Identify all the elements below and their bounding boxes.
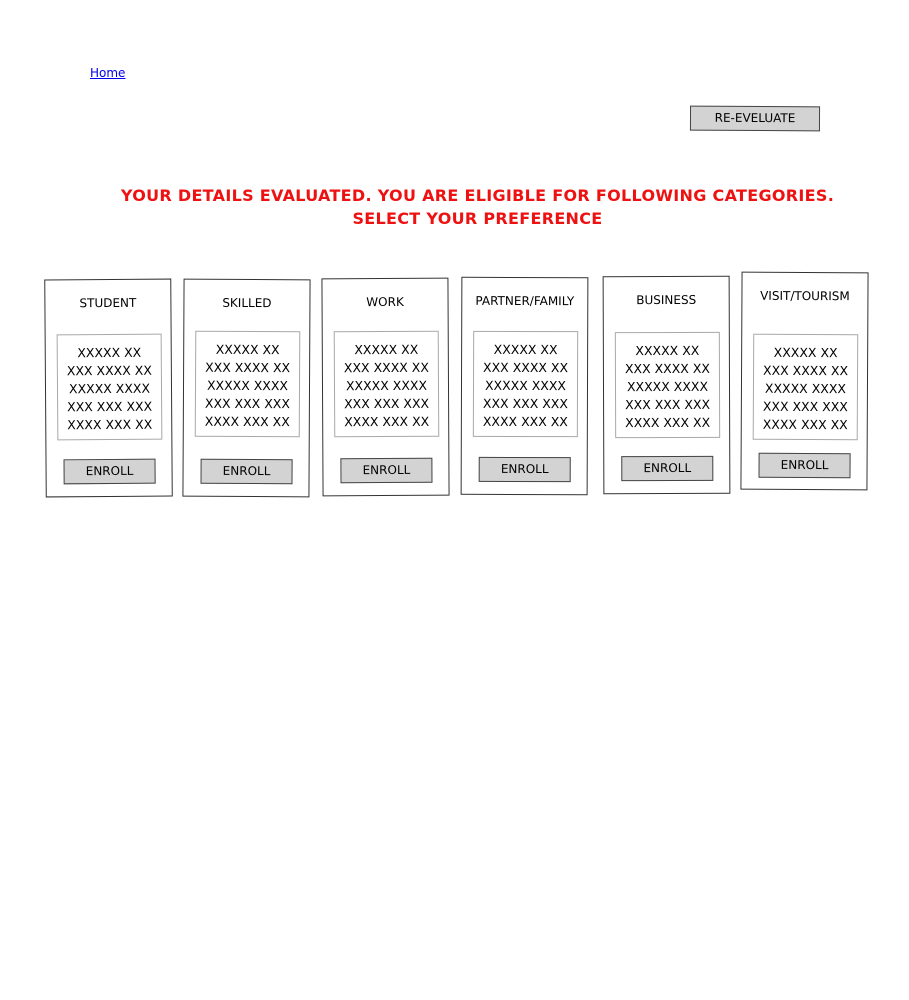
enroll-button-business[interactable]: ENROLL xyxy=(621,455,714,482)
description-line: XXXXX XXXX xyxy=(484,377,567,394)
description-line: XXXXX XXXX xyxy=(626,378,709,395)
enroll-button-visit-tourism[interactable]: ENROLL xyxy=(758,452,851,479)
description-line: XXXXX XXXX xyxy=(345,377,428,394)
enroll-button-work[interactable]: ENROLL xyxy=(340,457,433,484)
category-title: SKILLED xyxy=(222,295,272,311)
select-preference-headline: SELECT YOUR PREFERENCE xyxy=(352,209,603,228)
eligibility-headline: YOUR DETAILS EVALUATED. YOU ARE ELIGIBLE… xyxy=(120,186,835,205)
category-title: WORK xyxy=(366,294,404,310)
description-line: XXX XXXX XX xyxy=(343,359,429,376)
description-line: XXXXX XX xyxy=(354,341,419,358)
description-line: XXXX XXX XX xyxy=(67,416,153,433)
category-title: STUDENT xyxy=(79,295,137,311)
category-card-work: WORK XXXXX XX XXX XXXX XX XXXXX XXXX XXX… xyxy=(321,277,450,497)
category-description: XXXXX XX XXX XXXX XX XXXXX XXXX XXX XXX … xyxy=(56,333,163,441)
description-line: XXX XXX XXX xyxy=(67,398,153,415)
description-line: XXXXX XXXX xyxy=(764,380,847,397)
description-line: XXX XXXX XX xyxy=(763,362,849,379)
description-line: XXXX XXX XX xyxy=(482,413,568,430)
description-line: XXXXX XX xyxy=(635,342,700,359)
category-description: XXXXX XX XXX XXXX XX XXXXX XXXX XXX XXX … xyxy=(614,331,721,439)
description-line: XXX XXXX XX xyxy=(483,359,569,376)
description-line: XXX XXX XXX xyxy=(344,395,430,412)
description-line: XXXXX XXXX xyxy=(206,377,289,394)
description-line: XXXX XXX XX xyxy=(625,414,711,431)
home-link[interactable]: Home xyxy=(90,66,125,80)
category-description: XXXXX XX XXX XXXX XX XXXXX XXXX XXX XXX … xyxy=(333,330,440,438)
category-card-business: BUSINESS XXXXX XX XXX XXXX XX XXXXX XXXX… xyxy=(602,275,731,495)
category-title: PARTNER/FAMILY xyxy=(475,293,575,309)
enroll-button-partner-family[interactable]: ENROLL xyxy=(478,456,571,483)
description-line: XXXXX XX xyxy=(493,341,558,358)
description-line: XXXXX XXXX xyxy=(68,380,151,397)
category-title: BUSINESS xyxy=(636,292,697,308)
category-description: XXXXX XX XXX XXXX XX XXXXX XXXX XXX XXX … xyxy=(752,333,859,441)
category-card-visit-tourism: VISIT/TOURISM XXXXX XX XXX XXXX XX XXXXX… xyxy=(740,271,869,491)
description-line: XXX XXX XXX xyxy=(625,396,711,413)
description-line: XXXXX XX xyxy=(77,344,142,361)
description-line: XXXXX XX xyxy=(773,344,838,361)
category-card-skilled: SKILLED XXXXX XX XXX XXXX XX XXXXX XXXX … xyxy=(182,278,311,498)
description-line: XXX XXX XXX xyxy=(204,395,290,412)
category-title: VISIT/TOURISM xyxy=(760,288,850,304)
description-line: XXXX XXX XX xyxy=(762,416,848,433)
description-line: XXX XXXX XX xyxy=(205,359,291,376)
description-line: XXX XXXX XX xyxy=(624,360,710,377)
category-description: XXXXX XX XXX XXXX XX XXXXX XXXX XXX XXX … xyxy=(472,330,579,438)
enroll-button-student[interactable]: ENROLL xyxy=(63,458,156,485)
category-description: XXXXX XX XXX XXXX XX XXXXX XXXX XXX XXX … xyxy=(194,330,301,438)
description-line: XXXX XXX XX xyxy=(204,413,290,430)
description-line: XXX XXX XXX xyxy=(762,398,848,415)
description-line: XXXXX XX xyxy=(215,341,280,358)
description-line: XXX XXXX XX xyxy=(66,362,152,379)
description-line: XXX XXX XXX xyxy=(482,395,568,412)
re-evaluate-button[interactable]: RE-EVELUATE xyxy=(689,105,821,132)
description-line: XXXX XXX XX xyxy=(344,413,430,430)
enroll-button-skilled[interactable]: ENROLL xyxy=(200,458,293,485)
category-card-student: STUDENT XXXXX XX XXX XXXX XX XXXXX XXXX … xyxy=(44,278,173,498)
category-card-partner-family: PARTNER/FAMILY XXXXX XX XXX XXXX XX XXXX… xyxy=(460,276,589,496)
